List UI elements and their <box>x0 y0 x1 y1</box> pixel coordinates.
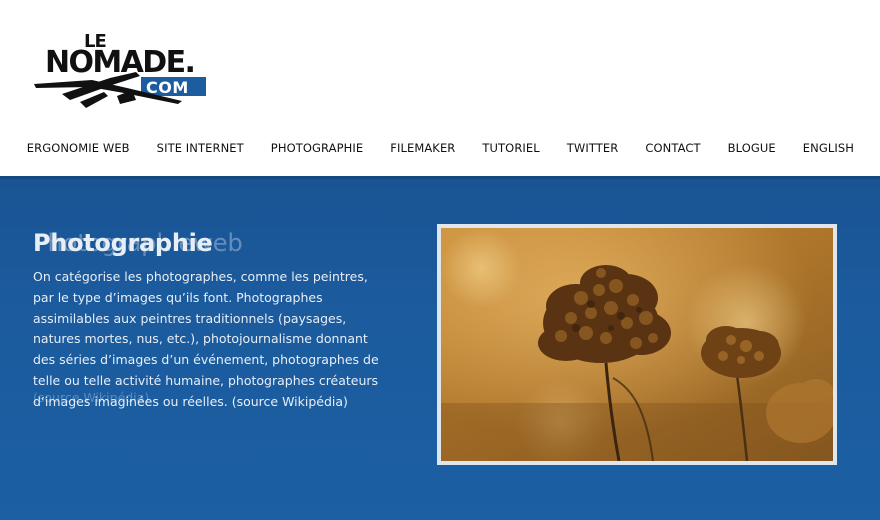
nav-item-site-internet[interactable]: SITE INTERNET <box>157 141 244 155</box>
hero-section: Photographieweb (source Wikipédia) Photo… <box>0 176 880 520</box>
nav-item-tutoriel[interactable]: TUTORIEL <box>482 141 539 155</box>
hero-top-edge <box>0 176 880 179</box>
logo-line-2: NOMADE. <box>45 45 194 80</box>
nav-item-ergonomie-web[interactable]: ERGONOMIE WEB <box>27 141 130 155</box>
site-logo[interactable]: LE NOMADE. COM <box>32 30 212 112</box>
nav-item-photographie[interactable]: PHOTOGRAPHIE <box>271 141 363 155</box>
hero-description: On catégorise les photographes, comme le… <box>33 269 379 409</box>
nav-item-contact[interactable]: CONTACT <box>645 141 700 155</box>
nav-item-english[interactable]: ENGLISH <box>803 141 854 155</box>
hero-photo-dried-flower <box>441 228 833 461</box>
main-nav: ERGONOMIE WEB SITE INTERNET PHOTOGRAPHIE… <box>27 139 854 157</box>
page-title: Photographie <box>33 229 213 257</box>
hero-photo-frame <box>437 224 837 465</box>
nav-item-twitter[interactable]: TWITTER <box>567 141 619 155</box>
nav-item-filemaker[interactable]: FILEMAKER <box>390 141 455 155</box>
site-header: LE NOMADE. COM ERGONOMIE WEB SITE INTERN… <box>0 0 880 176</box>
nav-item-blogue[interactable]: BLOGUE <box>728 141 776 155</box>
